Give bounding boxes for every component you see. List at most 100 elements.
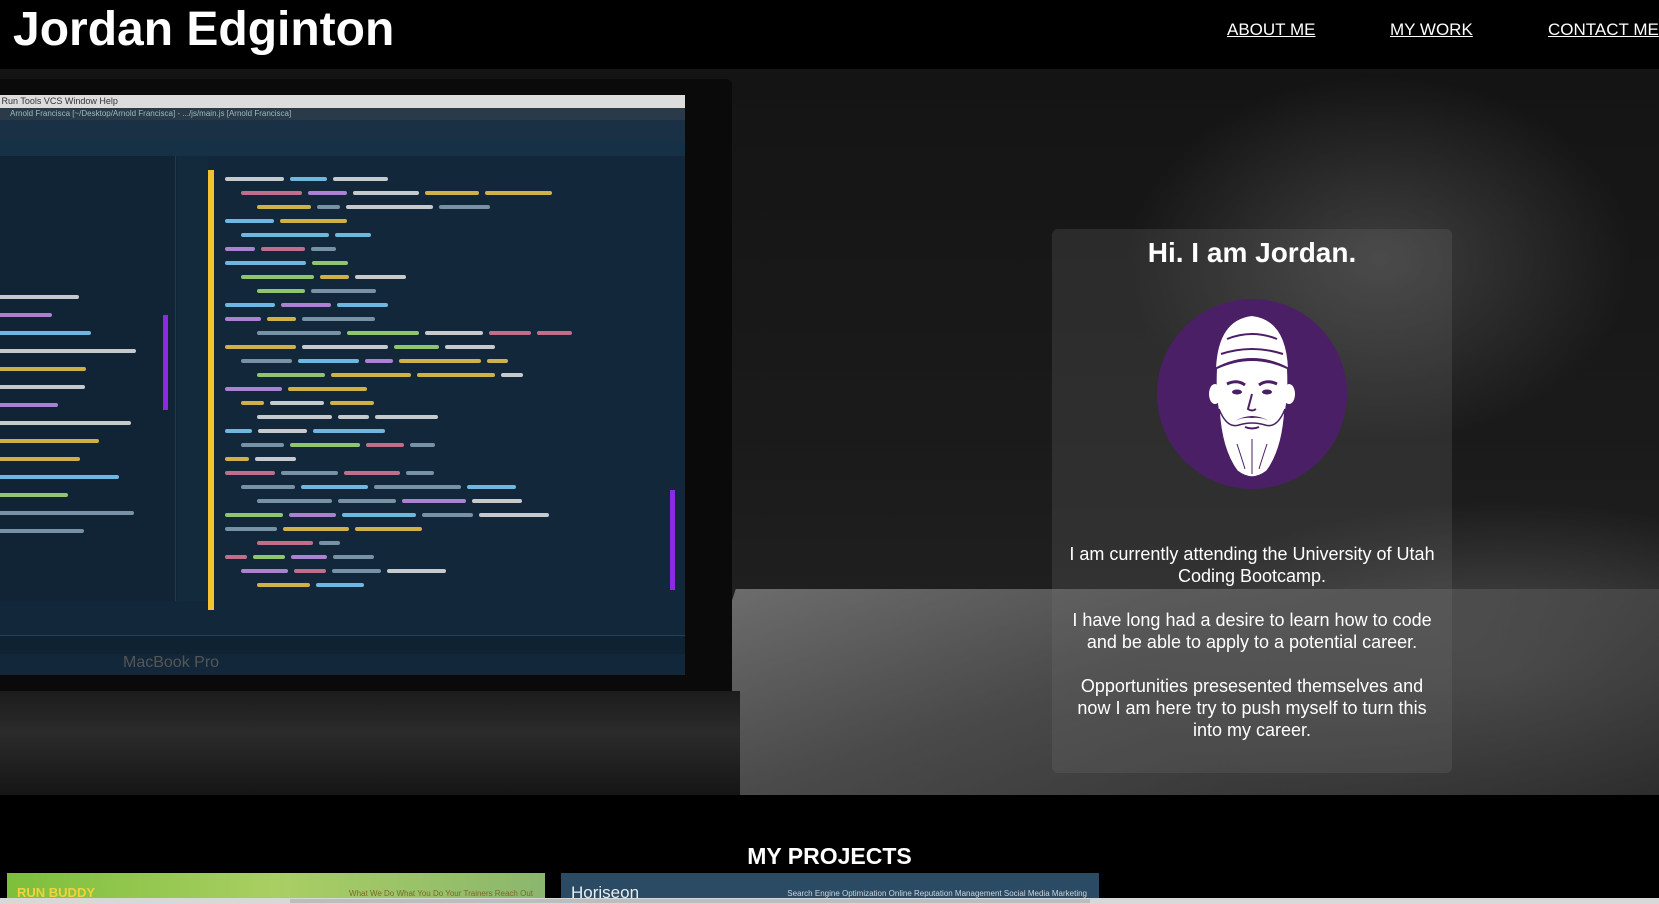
code-token xyxy=(355,275,406,279)
code-token xyxy=(353,191,419,195)
code-token xyxy=(0,385,85,389)
code-token xyxy=(0,475,119,479)
code-token xyxy=(225,555,247,559)
code-token xyxy=(294,569,326,573)
code-token xyxy=(225,513,283,517)
code-token xyxy=(225,471,275,475)
screen-status-bar xyxy=(0,635,685,654)
code-token xyxy=(0,313,52,317)
code-token xyxy=(402,499,466,503)
code-token xyxy=(425,191,479,195)
code-token xyxy=(417,373,495,377)
code-token xyxy=(301,485,368,489)
code-token xyxy=(0,511,134,515)
project-nav: What We Do What You Do Your Trainers Rea… xyxy=(349,889,533,898)
code-token xyxy=(241,569,288,573)
code-token xyxy=(225,261,306,265)
screen-toolbar xyxy=(0,120,685,140)
code-token xyxy=(225,177,284,181)
screen-yellow-guide xyxy=(208,170,214,610)
code-token xyxy=(0,439,99,443)
avatar xyxy=(1157,299,1347,489)
nav-about-me[interactable]: ABOUT ME xyxy=(1227,20,1315,40)
code-token xyxy=(255,457,296,461)
projects-heading: MY PROJECTS xyxy=(747,843,912,869)
code-token xyxy=(387,569,446,573)
code-token xyxy=(338,499,396,503)
code-token xyxy=(365,359,393,363)
screen-menu-bar: ctor Run Tools VCS Window Help xyxy=(0,95,685,108)
code-token xyxy=(225,219,274,223)
code-token xyxy=(333,555,374,559)
bearded-man-icon xyxy=(1209,313,1295,478)
code-token xyxy=(291,555,327,559)
code-token xyxy=(0,331,91,335)
screen-purple-marker-right xyxy=(670,490,675,590)
code-token xyxy=(311,289,376,293)
code-token xyxy=(257,373,325,377)
code-token xyxy=(225,303,275,307)
code-token xyxy=(467,485,516,489)
code-token xyxy=(225,317,261,321)
laptop-label: MacBook Pro xyxy=(123,654,220,671)
code-token xyxy=(312,261,348,265)
code-token xyxy=(298,359,359,363)
code-token xyxy=(355,527,422,531)
code-token xyxy=(241,485,295,489)
code-token xyxy=(406,471,434,475)
code-token xyxy=(257,205,311,209)
code-token xyxy=(302,345,388,349)
site-title: Jordan Edginton xyxy=(13,3,395,56)
screen-purple-marker xyxy=(163,315,168,410)
code-token xyxy=(0,529,84,533)
code-token xyxy=(290,443,360,447)
code-token xyxy=(225,429,252,433)
about-card: Hi. I am Jordan. I am currently attendin… xyxy=(1052,229,1452,773)
code-token xyxy=(472,499,522,503)
code-token xyxy=(335,233,371,237)
code-token xyxy=(375,415,438,419)
code-token xyxy=(487,359,508,363)
code-token xyxy=(537,331,572,335)
code-token xyxy=(302,317,375,321)
site-header: Jordan Edginton ABOUT ME MY WORK CONTACT… xyxy=(0,0,1659,69)
code-token xyxy=(0,349,136,353)
project-nav: Search Engine Optimization Online Reputa… xyxy=(787,889,1087,898)
code-token xyxy=(257,541,313,545)
code-token xyxy=(479,513,549,517)
code-token xyxy=(399,359,481,363)
code-token xyxy=(485,191,552,195)
code-token xyxy=(0,367,86,371)
horizontal-scrollbar-thumb[interactable] xyxy=(290,899,1090,903)
code-token xyxy=(445,345,495,349)
code-token xyxy=(0,457,80,461)
laptop-screen: ctor Run Tools VCS Window Help Arnold Fr… xyxy=(0,95,685,675)
screen-tab-strip xyxy=(0,140,685,156)
about-paragraph-1: I am currently attending the University … xyxy=(1069,544,1435,586)
about-text: I am currently attending the University … xyxy=(1064,543,1440,763)
code-token xyxy=(225,387,282,391)
code-token xyxy=(331,373,411,377)
code-token xyxy=(0,493,68,497)
code-token xyxy=(337,303,388,307)
code-token xyxy=(394,345,439,349)
code-token xyxy=(253,555,285,559)
code-token xyxy=(281,471,338,475)
about-heading: Hi. I am Jordan. xyxy=(1147,237,1357,268)
code-token xyxy=(241,191,302,195)
code-token xyxy=(225,457,249,461)
code-token xyxy=(347,331,419,335)
code-token xyxy=(0,295,79,299)
code-token xyxy=(280,219,347,223)
code-token xyxy=(288,387,367,391)
code-token xyxy=(241,275,314,279)
screen-editor-gutter xyxy=(178,156,208,601)
code-token xyxy=(313,429,385,433)
code-token xyxy=(225,345,296,349)
screen-left-panel xyxy=(0,156,176,601)
code-token xyxy=(422,513,473,517)
nav-my-work[interactable]: MY WORK xyxy=(1390,20,1473,40)
nav-contact-me[interactable]: CONTACT ME xyxy=(1548,20,1659,40)
code-token xyxy=(332,569,381,573)
code-token xyxy=(257,415,332,419)
